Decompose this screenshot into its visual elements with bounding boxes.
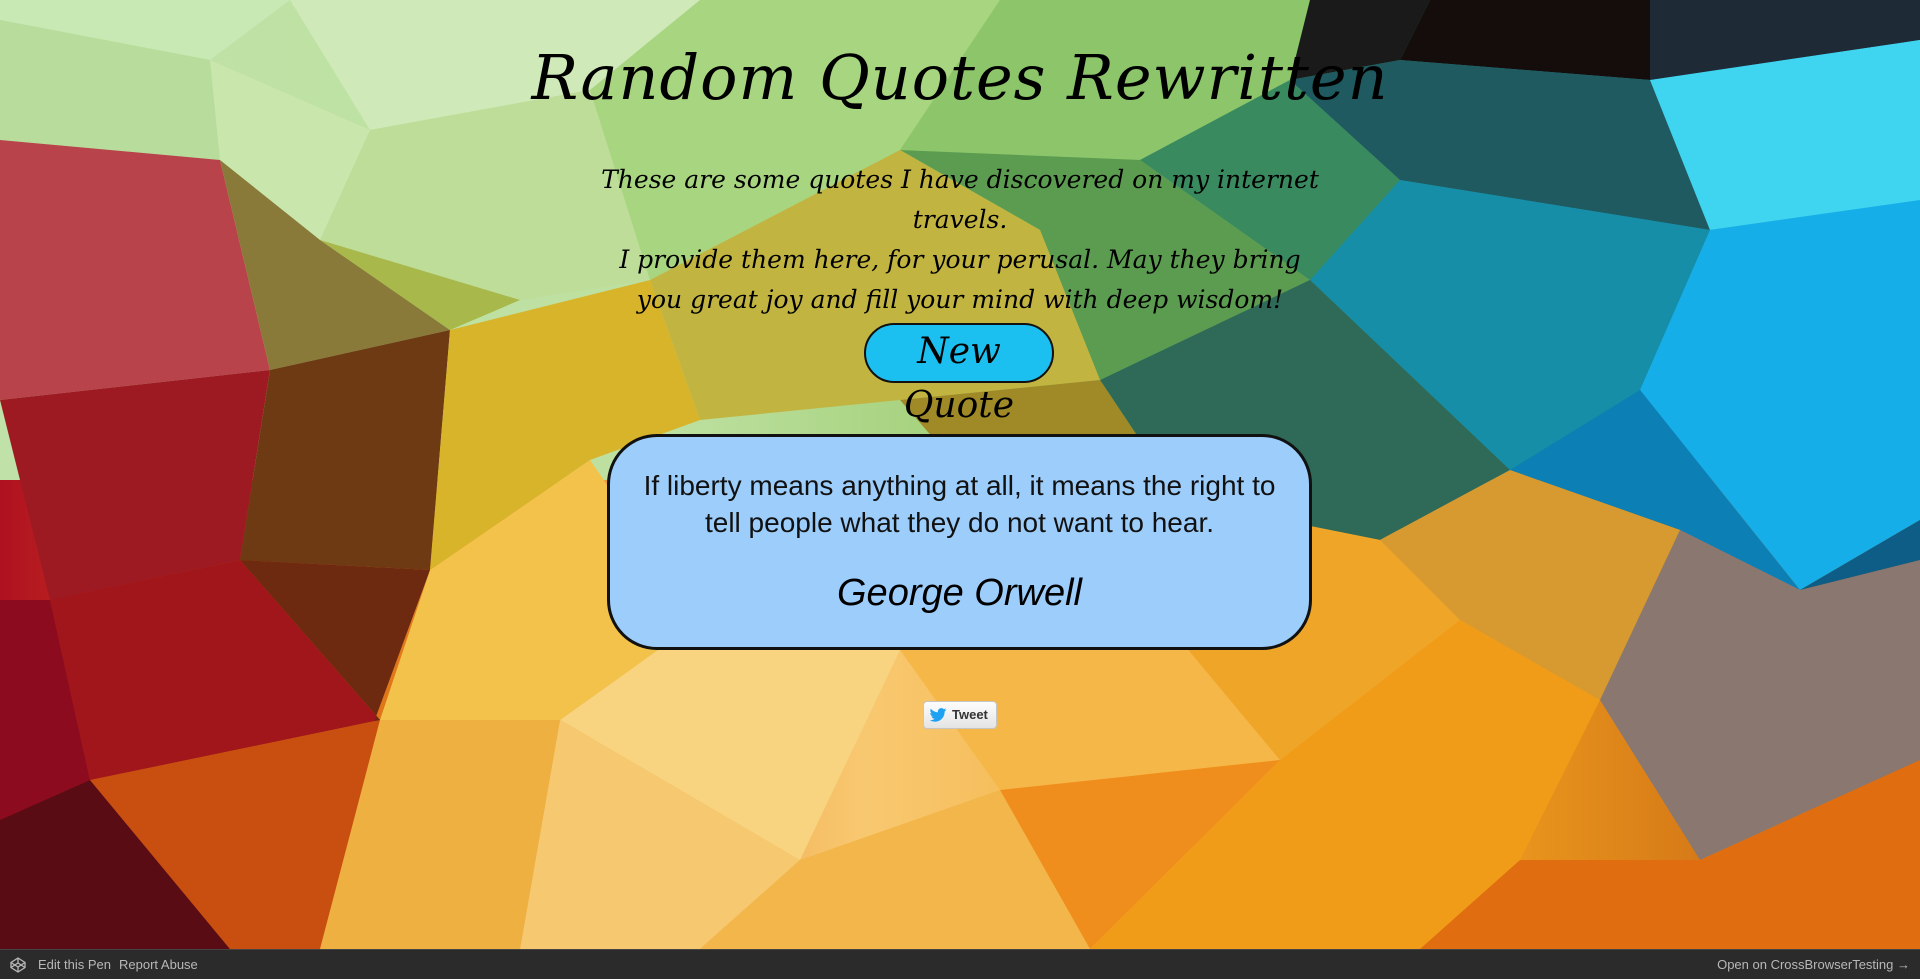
quote-text: If liberty means anything at all, it mea…: [643, 470, 1276, 538]
intro-line: you great joy and fill your mind with de…: [636, 285, 1284, 314]
tweet-label: Tweet: [952, 707, 988, 722]
quote-box: If liberty means anything at all, it mea…: [607, 434, 1312, 650]
edit-pen-link[interactable]: Edit this Pen: [38, 957, 111, 972]
intro-line: These are some quotes I have discovered …: [601, 165, 1319, 234]
twitter-bird-icon: [929, 708, 947, 722]
page: Random Quotes Rewritten These are some q…: [0, 0, 1920, 979]
intro-line: I provide them here, for your perusal. M…: [619, 245, 1301, 274]
main-content: Random Quotes Rewritten These are some q…: [0, 0, 1920, 949]
intro-text: These are some quotes I have discovered …: [560, 160, 1360, 320]
open-crossbrowsertesting-link[interactable]: Open on CrossBrowserTesting →: [1717, 957, 1910, 972]
new-quote-button[interactable]: New Quote: [864, 323, 1054, 426]
quote-author: George Orwell: [837, 572, 1082, 614]
page-title: Random Quotes Rewritten: [531, 41, 1389, 114]
tweet-button[interactable]: Tweet: [923, 701, 997, 729]
report-abuse-link[interactable]: Report Abuse: [119, 957, 198, 972]
codepen-footer: Edit this Pen Report Abuse Open on Cross…: [0, 949, 1920, 979]
codepen-logo-icon: [10, 957, 26, 973]
